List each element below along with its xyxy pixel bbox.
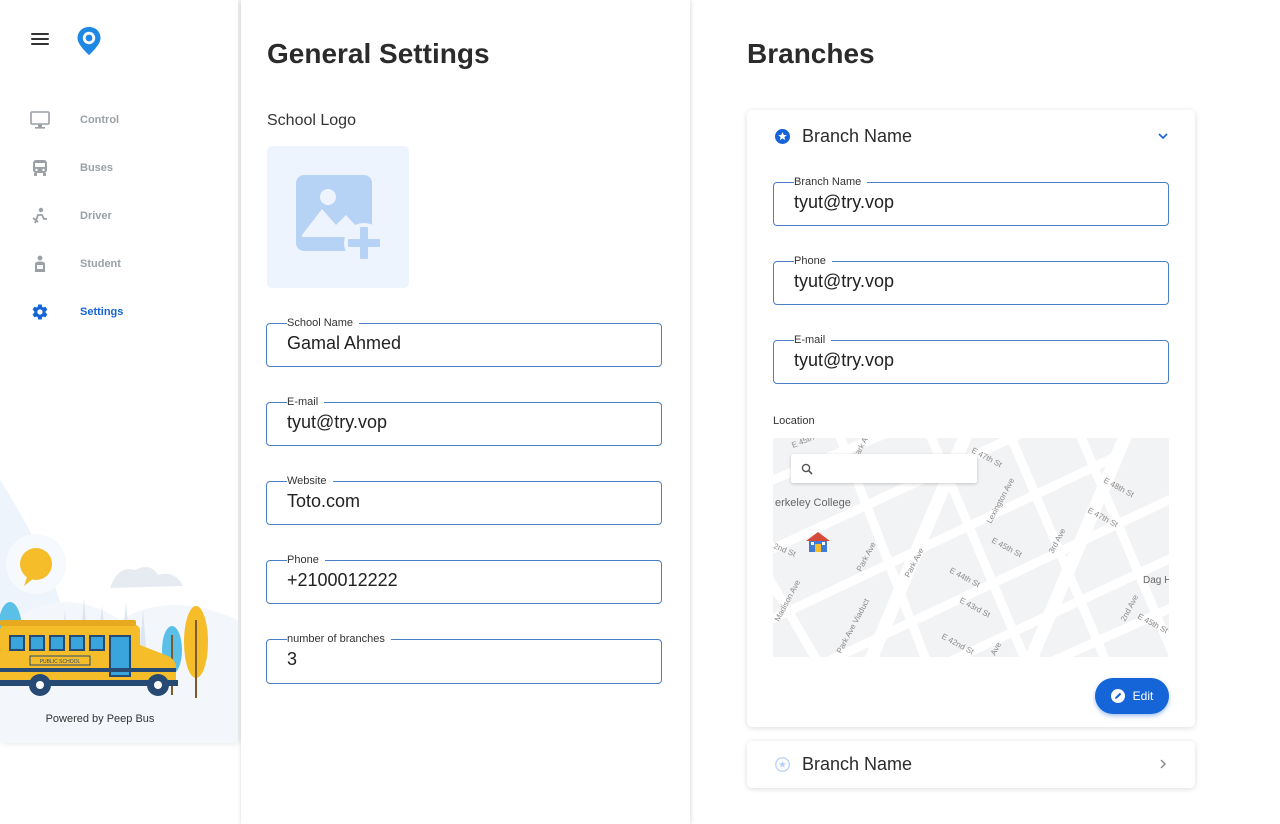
field-label: number of branches xyxy=(287,633,385,645)
map-label: erkeley College xyxy=(775,497,851,509)
chevron-down-icon[interactable] xyxy=(1157,130,1169,142)
branch-email-field[interactable]: E-mail xyxy=(773,335,1169,384)
map-label: Dag H xyxy=(1143,575,1169,586)
school-name-field[interactable]: School Name xyxy=(266,318,662,367)
bus-sign-text: PUBLIC SCHOOL xyxy=(40,659,81,665)
chevron-right-icon[interactable] xyxy=(1157,758,1169,770)
branches-count-input[interactable] xyxy=(287,645,641,673)
map-label: E 45th St xyxy=(790,438,825,450)
branch-phone-field[interactable]: Phone xyxy=(773,256,1169,305)
location-map[interactable]: erkeley College E 45th St Park Ave E 47t… xyxy=(773,438,1169,657)
sidebar-item-label: Driver xyxy=(80,210,112,222)
driver-icon xyxy=(30,206,50,226)
branch-phone-input[interactable] xyxy=(794,267,1148,295)
edit-icon xyxy=(1110,689,1125,703)
field-label: Website xyxy=(287,475,327,487)
branches-title: Branches xyxy=(747,38,875,69)
sidebar: Control Buses Driver Student Settings PU… xyxy=(0,0,238,743)
email-input[interactable] xyxy=(287,408,641,436)
branch-title: Branch Name xyxy=(802,753,913,774)
menu-icon[interactable] xyxy=(31,33,49,47)
map-label: Lexington Ave xyxy=(985,476,1017,525)
monitor-icon xyxy=(30,110,50,130)
map-label: E 44th St xyxy=(948,566,982,590)
branch-card-collapsed[interactable]: Branch Name xyxy=(747,741,1195,788)
branch-title: Branch Name xyxy=(802,125,913,146)
sidebar-item-driver[interactable]: Driver xyxy=(0,192,238,240)
field-label: E-mail xyxy=(794,334,826,346)
field-label: Phone xyxy=(287,554,319,566)
phone-field[interactable]: Phone xyxy=(266,555,662,604)
sidebar-item-label: Buses xyxy=(80,162,114,174)
star-badge-icon xyxy=(775,756,790,772)
brand-logo-icon xyxy=(77,27,101,55)
field-label: Branch Name xyxy=(794,176,862,188)
gear-icon xyxy=(30,302,50,322)
star-badge-icon xyxy=(775,128,790,144)
sidebar-item-buses[interactable]: Buses xyxy=(0,144,238,192)
sidebar-item-label: Settings xyxy=(80,306,124,318)
bus-icon xyxy=(30,158,50,178)
map-label: E 45th St xyxy=(990,536,1024,560)
branch-card-header[interactable]: Branch Name xyxy=(775,126,1169,146)
sidebar-item-label: Control xyxy=(80,114,120,126)
edit-button[interactable]: Edit xyxy=(1095,678,1169,714)
branch-card-header[interactable]: Branch Name xyxy=(775,754,1169,774)
general-settings-panel: General Settings School Logo School Name… xyxy=(241,0,690,824)
branch-name-field[interactable]: Branch Name xyxy=(773,177,1169,226)
field-label: School Name xyxy=(287,317,354,329)
branch-email-input[interactable] xyxy=(794,346,1148,374)
branches-count-field[interactable]: number of branches xyxy=(266,634,662,684)
branch-card-expanded: Branch Name Branch Name Phone E-mail Loc… xyxy=(747,110,1195,727)
school-name-input[interactable] xyxy=(287,329,641,357)
powered-by-text: Powered by Peep Bus xyxy=(45,713,155,725)
sidebar-item-settings[interactable]: Settings xyxy=(0,288,238,336)
logo-upload[interactable] xyxy=(267,146,409,288)
edit-button-label: Edit xyxy=(1132,689,1154,703)
school-logo-label: School Logo xyxy=(267,112,356,129)
school-bus-illustration: PUBLIC SCHOOL xyxy=(0,480,238,743)
field-label: Phone xyxy=(794,255,826,267)
sidebar-item-student[interactable]: Student xyxy=(0,240,238,288)
sidebar-item-control[interactable]: Control xyxy=(0,96,238,144)
map-label: E 43rd St xyxy=(958,596,992,620)
location-label: Location xyxy=(773,415,815,427)
website-input[interactable] xyxy=(287,487,641,515)
map-search-input[interactable] xyxy=(821,461,971,476)
map-search-box[interactable] xyxy=(791,454,977,483)
field-label: E-mail xyxy=(287,396,319,408)
search-icon xyxy=(801,463,813,475)
email-field[interactable]: E-mail xyxy=(266,397,662,446)
sidebar-item-label: Student xyxy=(80,258,121,270)
website-field[interactable]: Website xyxy=(266,476,662,525)
add-image-icon xyxy=(296,175,384,263)
student-icon xyxy=(30,254,50,274)
branch-name-input[interactable] xyxy=(794,188,1148,216)
page-title: General Settings xyxy=(267,38,490,69)
sidebar-nav: Control Buses Driver Student Settings xyxy=(0,96,238,336)
phone-input[interactable] xyxy=(287,566,641,594)
